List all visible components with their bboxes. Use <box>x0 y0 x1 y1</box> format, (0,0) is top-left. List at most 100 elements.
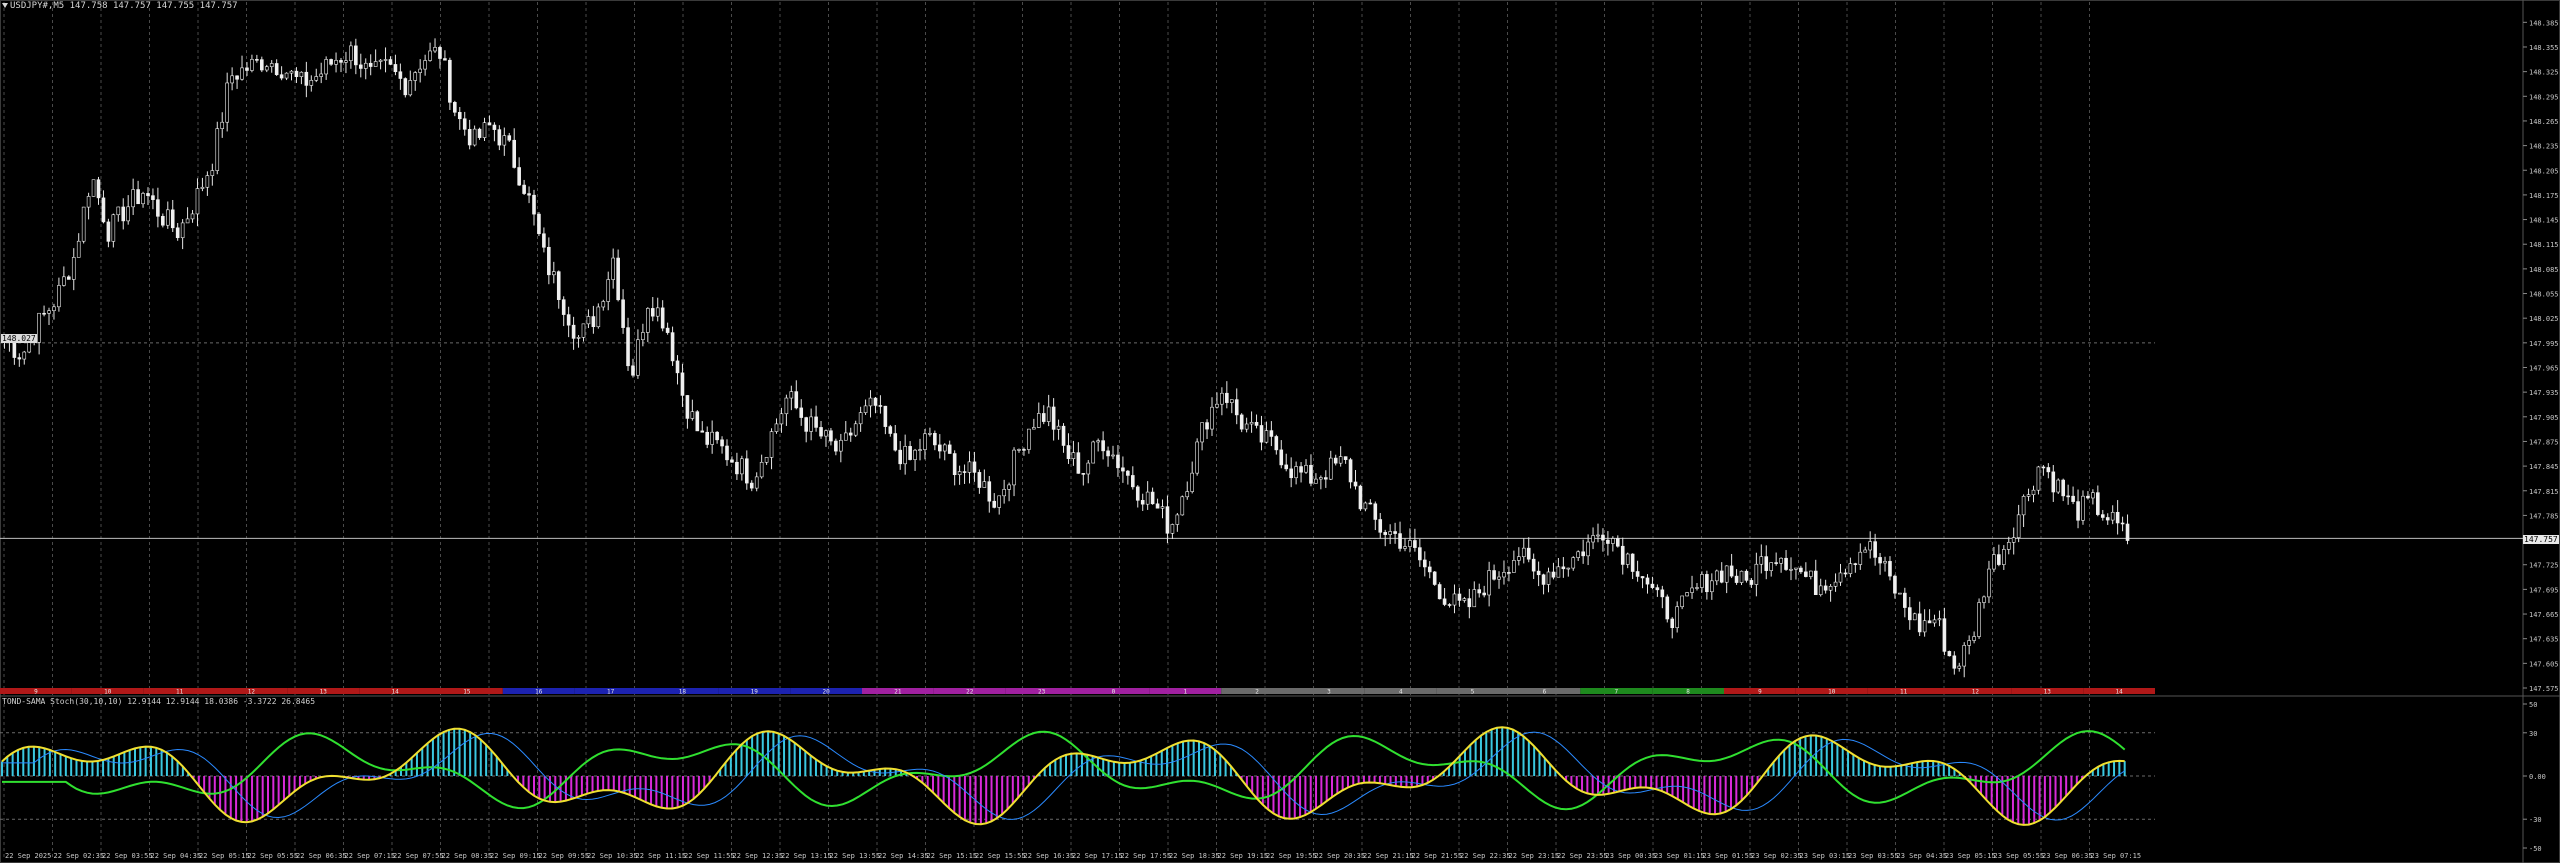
candle <box>1304 464 1308 473</box>
candle <box>933 433 937 446</box>
candle <box>1353 481 1358 487</box>
candle <box>37 312 41 343</box>
candle <box>586 316 591 325</box>
candle <box>1685 592 1689 597</box>
candle <box>1294 466 1298 479</box>
candle <box>1274 436 1279 451</box>
candle <box>1912 613 1917 621</box>
candle <box>1180 496 1185 516</box>
candle <box>1145 491 1150 505</box>
candle <box>1036 413 1041 428</box>
candle <box>210 170 215 176</box>
candle <box>190 213 195 220</box>
candle <box>2071 495 2075 502</box>
time-axis-label: 22 Sep 05:55 <box>248 852 299 860</box>
candle <box>1279 449 1284 466</box>
candle <box>294 70 299 78</box>
candle <box>1096 440 1100 443</box>
candle <box>997 495 1001 508</box>
candle <box>1992 554 1996 570</box>
candle <box>1784 557 1788 570</box>
price-tick-label: 148.205 <box>2529 167 2559 175</box>
candle <box>1640 576 1645 579</box>
candle <box>1695 587 1699 589</box>
candle <box>2026 494 2031 497</box>
time-axis-label: 22 Sep 04:35 <box>151 852 202 860</box>
candle <box>1927 620 1932 624</box>
session-hour-label: 10 <box>1828 689 1836 696</box>
time-axis-label: 23 Sep 01:15 <box>1654 852 1705 860</box>
candle <box>556 271 561 300</box>
candle <box>1620 545 1625 565</box>
candle <box>1422 559 1427 568</box>
candle <box>571 324 576 339</box>
candle <box>2021 496 2026 516</box>
candle <box>235 75 239 80</box>
candle <box>1408 540 1412 547</box>
candle <box>1299 466 1303 473</box>
candle <box>492 124 497 130</box>
candle <box>116 206 121 216</box>
candle <box>848 432 853 436</box>
price-tick-label: 148.355 <box>2529 44 2559 52</box>
candle <box>809 416 813 432</box>
candle <box>705 431 710 445</box>
candle <box>512 139 517 168</box>
candle <box>329 59 333 65</box>
candle <box>1368 502 1373 505</box>
candle <box>1987 568 1991 598</box>
candle <box>883 405 888 427</box>
candle <box>1957 665 1962 669</box>
candle <box>1220 392 1224 405</box>
candle <box>1051 406 1056 430</box>
candle <box>136 189 140 205</box>
candle <box>863 405 868 413</box>
candle <box>354 45 358 66</box>
candle <box>2002 549 2006 565</box>
candle <box>720 439 724 447</box>
candle <box>1492 570 1496 580</box>
candle <box>1254 421 1259 426</box>
time-axis-label: 22 Sep 15:15 <box>927 852 978 860</box>
candle <box>873 397 878 406</box>
candle <box>245 67 249 71</box>
session-hour-label: 7 <box>1614 689 1618 696</box>
candle <box>1239 414 1244 430</box>
price-tick-label: 147.965 <box>2529 364 2559 372</box>
time-axis-label: 22 Sep 15:55 <box>975 852 1026 860</box>
candle <box>621 299 625 328</box>
candle <box>938 444 942 452</box>
candle <box>2105 517 2110 521</box>
price-tick-label: 147.665 <box>2529 611 2559 619</box>
candle <box>47 310 51 314</box>
candle <box>1739 570 1744 583</box>
candle <box>878 405 883 407</box>
candle <box>1774 562 1778 564</box>
candle <box>289 70 294 74</box>
session-hour-label: 14 <box>391 689 399 696</box>
candle <box>1714 570 1719 582</box>
candle <box>1680 595 1684 608</box>
candle <box>279 74 284 79</box>
candle <box>972 461 977 473</box>
chart-menu-icon[interactable] <box>2 3 8 8</box>
candle <box>418 68 422 73</box>
candle <box>170 209 175 229</box>
candle <box>1027 428 1031 450</box>
candle <box>1591 535 1595 543</box>
candle <box>250 59 254 71</box>
candle <box>1333 457 1338 464</box>
candle <box>1972 636 1976 641</box>
oscillator-tick-label: -30 <box>2529 816 2542 824</box>
chart-canvas[interactable]: 148.385 148.355 148.325 148.295 148.265 148.2… <box>0 0 2560 863</box>
candle <box>1561 566 1566 570</box>
candle <box>591 316 596 328</box>
session-hour-label: 6 <box>1543 689 1547 696</box>
candle <box>319 73 324 77</box>
price-tick-label: 148.085 <box>2529 266 2559 274</box>
candle <box>1041 413 1046 422</box>
candle <box>101 197 106 223</box>
price-tick-label: 148.115 <box>2529 241 2559 249</box>
candle <box>1190 472 1194 492</box>
candle <box>1482 592 1486 596</box>
